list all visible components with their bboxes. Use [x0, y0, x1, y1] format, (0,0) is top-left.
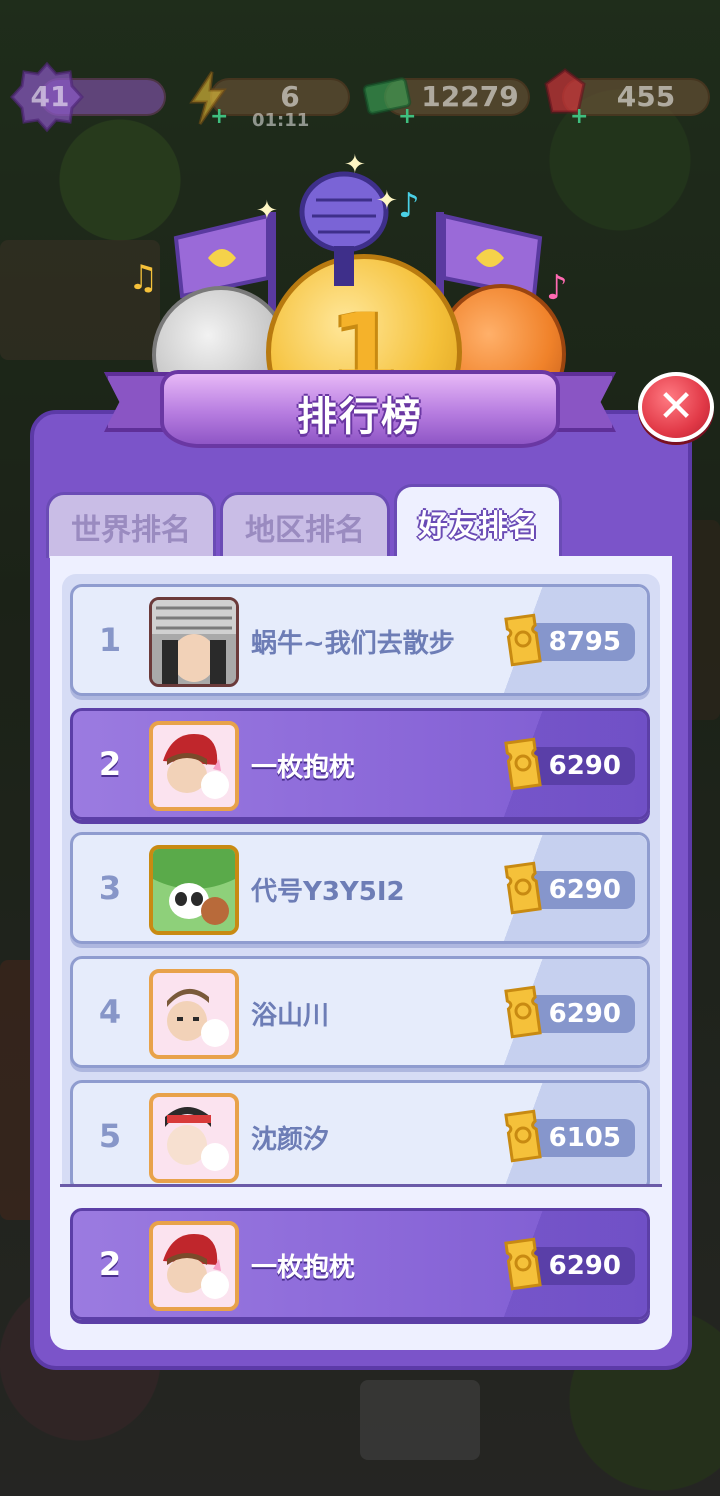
rank-number: 2: [98, 1245, 122, 1283]
music-note-icon: ♪: [546, 268, 568, 308]
avatar[interactable]: [149, 845, 239, 935]
avatar[interactable]: [149, 597, 239, 687]
player-name: 沈颜汐: [251, 1125, 330, 1155]
avatar[interactable]: [149, 721, 239, 811]
tab-friend-ranking[interactable]: 好友排名: [394, 484, 562, 558]
player-name: 代号Y3Y5I2: [251, 877, 405, 907]
cash-value: 12279: [421, 80, 519, 113]
rank-number: 5: [98, 1117, 122, 1155]
ticket-icon: [503, 985, 543, 1039]
title-ribbon: 排行榜: [104, 362, 616, 458]
tab-region-ranking[interactable]: 地区排名: [220, 492, 390, 558]
energy-plus-icon[interactable]: +: [210, 106, 228, 128]
avatar[interactable]: [149, 969, 239, 1059]
close-icon: ✕: [657, 381, 695, 432]
rank-number: 1: [98, 621, 122, 659]
my-rank-row[interactable]: 2 一枚抱枕 6290: [70, 1208, 650, 1320]
music-note-icon: ♫: [128, 258, 159, 298]
avatar[interactable]: [149, 1093, 239, 1183]
ticket-icon: [503, 613, 543, 667]
player-name: 蜗牛~我们去散步: [251, 629, 455, 659]
tab-world-ranking[interactable]: 世界排名: [46, 492, 216, 558]
energy-value: 6: [280, 80, 300, 113]
ticket-icon: [503, 1237, 543, 1291]
score-value: 8795: [527, 623, 635, 661]
sparkle-icon: ✦: [344, 150, 366, 180]
energy-timer: 01:11: [252, 110, 310, 131]
score-value: 6290: [527, 747, 635, 785]
player-name: 一枚抱枕: [251, 753, 356, 783]
leaderboard-row[interactable]: 4 浴山川 6290: [70, 956, 650, 1068]
score-value: 6290: [527, 995, 635, 1033]
leaderboard-row[interactable]: 1 蜗牛~我们去散步 8795: [70, 584, 650, 696]
rank-number: 2: [98, 745, 122, 783]
leaderboard-row[interactable]: 5 沈颜汐 6105: [70, 1080, 650, 1186]
ticket-icon: [503, 861, 543, 915]
ticket-icon: [503, 1109, 543, 1163]
gem-value: 455: [616, 80, 676, 113]
rank-number: 4: [98, 993, 122, 1031]
page-title: 排行榜: [297, 394, 423, 440]
level-value: 41: [30, 80, 70, 113]
score-value: 6105: [527, 1119, 635, 1157]
player-name: 一枚抱枕: [251, 1253, 356, 1283]
leaderboard-row-self[interactable]: 2 一枚抱枕 6290: [70, 708, 650, 820]
list-divider: [60, 1184, 662, 1187]
sparkle-icon: ✦: [256, 196, 278, 226]
leaderboard-row[interactable]: 3 代号Y3Y5I2 6290: [70, 832, 650, 944]
score-value: 6290: [527, 1247, 635, 1285]
ticket-icon: [503, 737, 543, 791]
score-value: 6290: [527, 871, 635, 909]
player-name: 浴山川: [251, 1001, 330, 1031]
music-note-icon: ♪: [398, 186, 420, 226]
rank-number: 3: [98, 869, 122, 907]
avatar[interactable]: [149, 1221, 239, 1311]
leaderboard-list[interactable]: 1 蜗牛~我们去散步 8795 2 一枚抱枕 6290 3 代号Y3Y5I2 6…: [62, 574, 660, 1186]
gem-plus-icon[interactable]: +: [570, 106, 588, 128]
sparkle-icon: ✦: [376, 186, 398, 216]
close-button[interactable]: ✕: [638, 372, 714, 442]
